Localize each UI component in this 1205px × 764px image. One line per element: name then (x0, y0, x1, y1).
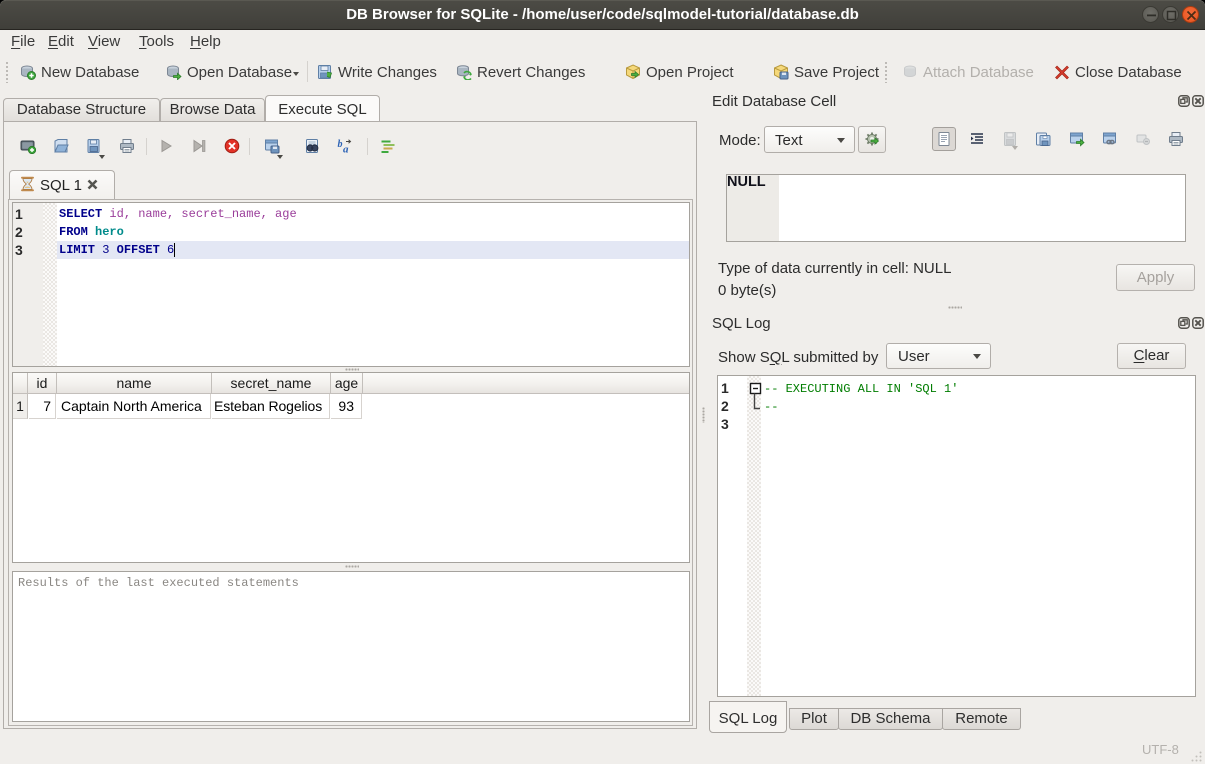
svg-text:b: b (338, 139, 343, 150)
svg-text:a: a (343, 144, 349, 155)
